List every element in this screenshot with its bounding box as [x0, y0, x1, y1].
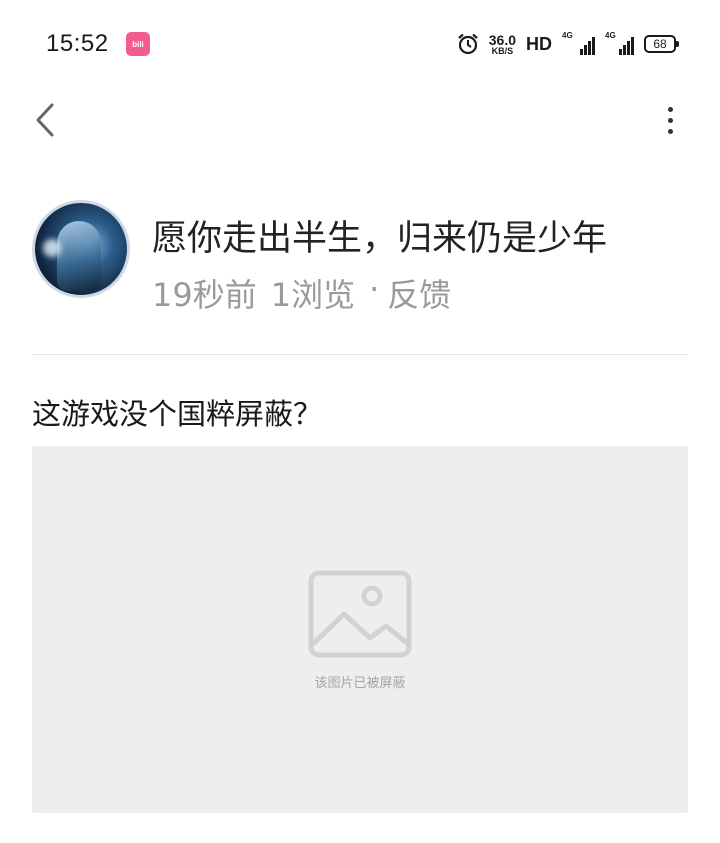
view-count: 1浏览 [270, 276, 356, 314]
status-time: 15:52 [46, 30, 109, 57]
net-speed: 36.0 KB/S [489, 33, 516, 56]
battery-icon: 68 [644, 35, 679, 53]
blocked-image-caption: 该图片已被屏蔽 [314, 676, 406, 691]
avatar[interactable] [32, 200, 130, 298]
signal-label-2: 4G [605, 31, 616, 40]
blocked-image[interactable]: 该图片已被屏蔽 [32, 446, 688, 813]
more-options-button[interactable] [660, 98, 680, 142]
status-icons: 36.0 KB/S HD 4G 4G 68 [457, 28, 679, 60]
post-text: 这游戏没个国粹屏蔽？ [32, 397, 323, 431]
net-speed-unit: KB/S [491, 45, 514, 56]
feedback-link[interactable]: 反馈 [387, 270, 451, 316]
divider [32, 354, 688, 355]
alarm-icon [458, 33, 478, 55]
meta-separator: · [369, 270, 380, 308]
post-meta: 19秒前 1浏览 · 反馈 [152, 270, 451, 316]
status-bar: 15:52 bili 36.0 KB/S HD 4G 4G 68 [0, 0, 720, 88]
chevron-left-icon [36, 103, 54, 137]
net-speed-value: 36.0 [488, 31, 516, 48]
hd-label: HD [526, 33, 552, 54]
post-time: 19秒前 [152, 276, 257, 314]
more-vertical-icon [667, 106, 673, 112]
back-button[interactable] [28, 98, 62, 142]
image-placeholder-icon [308, 570, 412, 658]
bilibili-app-icon: bili [126, 32, 150, 56]
signal-icon: 4G [562, 31, 595, 55]
signal-icon-2: 4G [605, 31, 634, 55]
author-name[interactable]: 愿你走出半生，归来仍是少年 [152, 210, 607, 261]
signal-label: 4G [562, 31, 573, 40]
